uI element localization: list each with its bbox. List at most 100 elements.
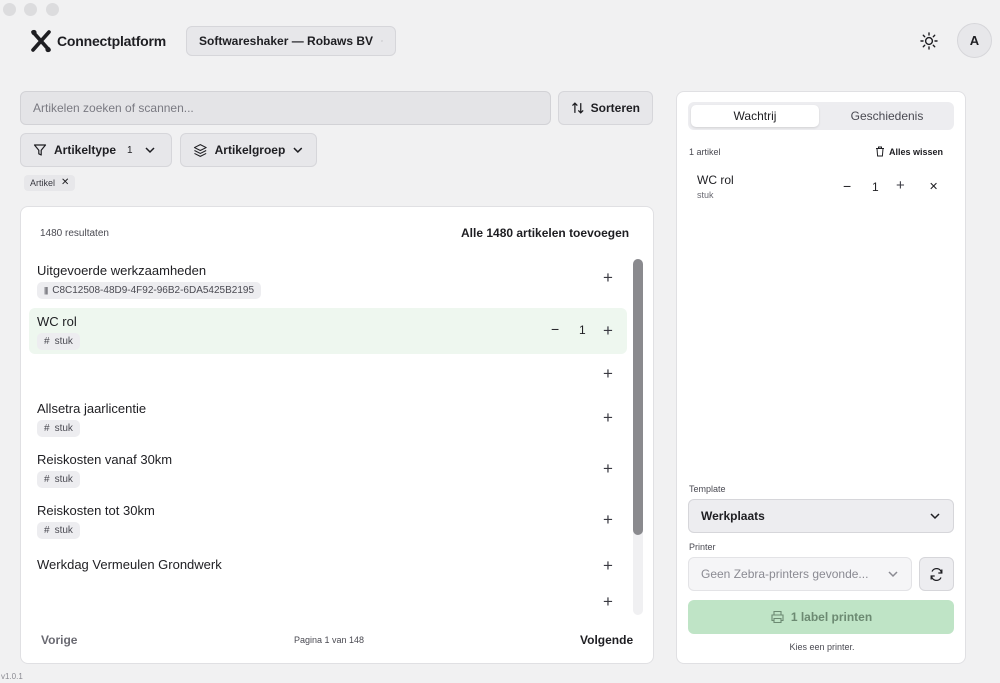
item-tag-label: stuk <box>54 336 73 347</box>
item-qty: 1 <box>579 323 586 337</box>
clear-all-label: Alles wissen <box>889 146 944 157</box>
avatar-initial: A <box>969 33 980 48</box>
printer-select[interactable]: Geen Zebra-printers gevonde... <box>688 557 912 591</box>
filter-artikelgroep-label: Artikelgroep <box>214 143 286 157</box>
item-tag: ||| C8C12508-48D9-4F92-96B2-6DA5425B2195 <box>37 282 262 299</box>
sort-button[interactable]: Sorteren <box>558 91 653 125</box>
add-plus-icon[interactable]: + <box>603 593 613 610</box>
queue-item-qty: 1 <box>872 180 879 194</box>
chevron-down-icon <box>145 147 155 154</box>
queue-item: WC rol stuk − 1 + ✕ <box>688 168 954 204</box>
item-name: Reiskosten vanaf 30km <box>37 452 173 467</box>
queue-panel: Wachtrij Geschiedenis 1 artikel Alles wi… <box>676 91 966 664</box>
tab-geschiedenis-label: Geschiedenis <box>850 109 924 123</box>
print-labels-label: 1 label printen <box>790 610 873 624</box>
add-plus-icon[interactable]: + <box>603 269 613 286</box>
queue-item-name: WC rol <box>697 173 734 187</box>
list-item[interactable]: WC rol # stuk − 1 + <box>29 308 627 354</box>
filter-funnel-icon <box>33 144 47 156</box>
refresh-icon <box>930 567 943 581</box>
window-close-dot[interactable] <box>3 3 16 16</box>
item-name: WC rol <box>37 314 77 329</box>
list-item[interactable]: Uitgevoerde werkzaamheden ||| C8C12508-4… <box>29 253 627 301</box>
active-filter-chip[interactable]: Artikel ✕ <box>24 175 76 191</box>
list-item[interactable]: Werkdag Vermeulen Grondwerk + <box>29 551 627 583</box>
window-zoom-dot[interactable] <box>46 3 59 16</box>
chevron-down-icon <box>293 147 303 153</box>
add-plus-icon[interactable]: + <box>603 557 613 574</box>
org-selector-label: Softwareshaker — Robaws BV <box>199 34 374 48</box>
list-item[interactable]: + <box>29 357 627 393</box>
list-item[interactable]: + <box>29 587 627 619</box>
add-plus-icon[interactable]: + <box>896 178 905 193</box>
tab-wachtrij-label: Wachtrij <box>733 109 777 123</box>
layers-icon <box>193 143 207 157</box>
trash-icon <box>876 146 884 157</box>
list-item[interactable]: Reiskosten tot 30km # stuk + <box>29 497 627 545</box>
print-labels-button[interactable]: 1 label printen <box>688 600 954 634</box>
item-tag: # stuk <box>37 420 80 437</box>
close-icon[interactable]: ✕ <box>929 180 938 193</box>
add-all-button[interactable]: Alle 1480 artikelen toevoegen <box>461 226 629 240</box>
item-tag: # stuk <box>37 471 80 488</box>
chevron-down-icon <box>381 40 383 42</box>
window-minimize-dot[interactable] <box>24 3 37 16</box>
item-tag: # stuk <box>37 333 80 350</box>
sort-label: Sorteren <box>590 101 640 115</box>
filter-artikeltype-count: 1 <box>127 144 133 156</box>
item-tag-label: stuk <box>54 525 73 536</box>
results-count: 1480 resultaten <box>40 228 109 239</box>
add-plus-icon[interactable]: + <box>603 511 613 528</box>
queue-count: 1 artikel <box>689 147 721 157</box>
item-name: Uitgevoerde werkzaamheden <box>37 263 207 278</box>
close-icon[interactable]: ✕ <box>61 178 69 188</box>
hash-icon: # <box>44 336 50 347</box>
theme-toggle-button[interactable] <box>918 30 940 52</box>
search-input[interactable]: Artikelen zoeken of scannen... <box>20 91 551 125</box>
printer-hint: Kies een printer. <box>789 642 855 652</box>
minus-icon[interactable]: − <box>843 178 851 194</box>
active-filter-chip-label: Artikel <box>30 178 56 188</box>
chevron-down-icon <box>888 571 898 578</box>
scrollbar-thumb[interactable] <box>633 259 643 535</box>
item-tag-label: C8C12508-48D9-4F92-96B2-6DA5425B2195 <box>52 285 255 296</box>
printer-label: Printer <box>689 542 716 552</box>
template-label: Template <box>689 484 726 494</box>
app-logo: Connectplatform <box>30 29 166 53</box>
add-plus-icon[interactable]: + <box>603 460 613 477</box>
tab-wachtrij[interactable]: Wachtrij <box>691 105 819 127</box>
printer-icon <box>771 610 784 624</box>
item-name: Allsetra jaarlicentie <box>37 401 147 416</box>
org-selector[interactable]: Softwareshaker — Robaws BV <box>186 26 396 56</box>
pagination-next[interactable]: Volgende <box>580 633 633 647</box>
app-version: v1.0.1 <box>1 672 23 681</box>
queue-item-unit: stuk <box>697 190 714 200</box>
filter-artikeltype[interactable]: Artikeltype 1 <box>20 133 172 167</box>
list-item[interactable]: Allsetra jaarlicentie # stuk + <box>29 395 627 443</box>
refresh-printers-button[interactable] <box>919 557 954 591</box>
barcode-icon: ||| <box>44 286 48 295</box>
scrollbar-track[interactable] <box>633 259 643 615</box>
add-plus-icon[interactable]: + <box>603 365 613 382</box>
hash-icon: # <box>44 423 50 434</box>
item-tag-label: stuk <box>54 423 73 434</box>
clear-all-button[interactable]: Alles wissen <box>875 146 943 157</box>
results-panel: 1480 resultaten Alle 1480 artikelen toev… <box>20 206 654 664</box>
template-select-value: Werkplaats <box>701 509 765 523</box>
add-plus-icon[interactable]: + <box>603 322 613 339</box>
pagination-prev[interactable]: Vorige <box>41 633 77 647</box>
minus-icon[interactable]: − <box>551 321 559 337</box>
list-item[interactable]: Reiskosten vanaf 30km # stuk + <box>29 446 627 494</box>
item-name: Werkdag Vermeulen Grondwerk <box>37 557 222 572</box>
chevron-down-icon <box>930 513 940 520</box>
app-name: Connectplatform <box>57 33 167 49</box>
filter-artikelgroep[interactable]: Artikelgroep <box>180 133 317 167</box>
tab-geschiedenis[interactable]: Geschiedenis <box>823 105 951 127</box>
item-name: Reiskosten tot 30km <box>37 503 155 518</box>
template-select[interactable]: Werkplaats <box>688 499 954 533</box>
add-plus-icon[interactable]: + <box>603 409 613 426</box>
avatar[interactable]: A <box>957 23 992 58</box>
sun-icon <box>920 32 938 50</box>
sort-arrows-icon <box>572 102 584 114</box>
filter-artikeltype-label: Artikeltype <box>54 143 117 157</box>
